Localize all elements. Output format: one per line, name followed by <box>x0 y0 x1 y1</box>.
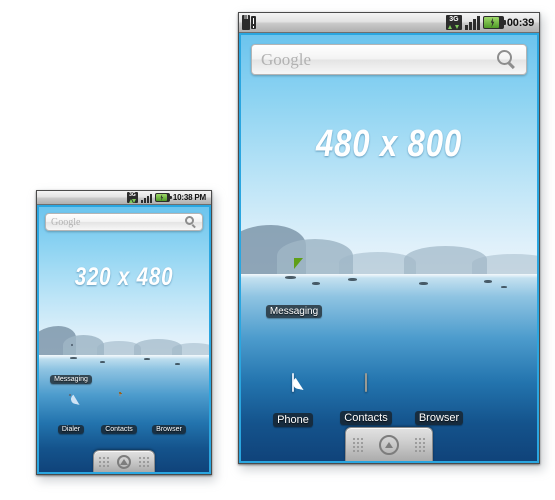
small-app-messaging[interactable]: Messaging <box>47 343 95 386</box>
comparison-stage: 3G 10:38 PM Google 320 x 480 Messaging D… <box>0 0 555 500</box>
large-device: 3G 00:39 Google 480 x 800 Messaging Phon… <box>238 12 544 470</box>
large-resolution-label: 480 x 800 <box>315 123 463 165</box>
up-arrow-icon[interactable] <box>379 434 399 455</box>
contacts-icon[interactable] <box>347 373 385 408</box>
small-device-bezel: 3G 10:38 PM Google 320 x 480 Messaging D… <box>36 190 212 475</box>
small-screen: Google 320 x 480 Messaging Dialer Contac… <box>37 205 211 474</box>
large-status-clock: 00:39 <box>506 16 534 29</box>
large-screen: Google 480 x 800 Messaging Phone Contact… <box>239 33 539 463</box>
up-arrow-icon[interactable] <box>117 454 131 469</box>
large-app-contacts-label: Contacts <box>340 411 392 425</box>
small-device: 3G 10:38 PM Google 320 x 480 Messaging D… <box>36 190 216 481</box>
grip-left-icon <box>98 456 109 467</box>
contacts-icon-art <box>365 373 367 392</box>
small-app-contacts-label: Contacts <box>101 425 137 434</box>
grip-left-icon <box>352 437 363 452</box>
small-app-contacts[interactable]: Contacts <box>97 392 141 436</box>
small-search-placeholder: Google <box>51 216 81 228</box>
grip-right-icon <box>139 456 150 467</box>
3g-icon-label: 3G <box>129 192 136 198</box>
small-app-dialer[interactable]: Dialer <box>51 392 91 436</box>
large-search-widget[interactable]: Google <box>251 44 527 75</box>
small-app-browser[interactable]: Browser <box>147 394 191 436</box>
small-status-right: 3G 10:38 PM <box>126 192 208 203</box>
browser-icon[interactable] <box>422 374 456 408</box>
large-app-contacts[interactable]: Contacts <box>330 373 402 426</box>
large-status-bar: 3G 00:39 <box>239 13 539 33</box>
sd-card-icon <box>242 15 256 30</box>
large-status-right: 3G 00:39 <box>445 15 536 30</box>
3g-icon-label: 3G <box>449 16 459 23</box>
small-app-browser-label: Browser <box>152 425 186 434</box>
small-status-bar: 3G 10:38 PM <box>37 191 211 205</box>
small-status-clock: 10:38 PM <box>172 193 206 202</box>
small-resolution-label: 320 x 480 <box>74 263 174 291</box>
large-status-left <box>242 15 256 30</box>
large-app-phone[interactable]: Phone <box>263 373 323 428</box>
large-app-messaging[interactable]: Messaging <box>255 269 333 319</box>
large-app-messaging-label: Messaging <box>265 305 323 318</box>
dialer-icon[interactable] <box>58 392 84 418</box>
3g-icon: 3G <box>126 192 138 203</box>
signal-icon <box>464 15 480 30</box>
3g-icon-arrows <box>127 198 137 203</box>
signal-icon <box>140 193 152 203</box>
large-tray <box>241 427 537 461</box>
3g-icon-arrows <box>446 24 461 30</box>
3g-icon: 3G <box>445 15 462 30</box>
small-search-widget[interactable]: Google <box>45 213 203 231</box>
messaging-icon[interactable] <box>274 269 314 301</box>
search-icon[interactable] <box>185 216 197 228</box>
large-app-browser[interactable]: Browser <box>405 374 473 426</box>
messaging-icon[interactable] <box>58 343 84 368</box>
large-wallpaper-mountains <box>241 214 537 274</box>
contacts-icon[interactable] <box>106 392 132 418</box>
large-app-phone-label: Phone <box>273 413 313 427</box>
large-app-drawer-handle[interactable] <box>345 427 433 461</box>
phone-icon-art <box>291 373 307 392</box>
browser-icon[interactable] <box>157 394 181 418</box>
battery-icon <box>482 16 506 29</box>
small-app-messaging-label: Messaging <box>50 375 92 384</box>
large-search-placeholder: Google <box>261 49 312 69</box>
small-app-drawer-handle[interactable] <box>93 450 155 472</box>
phone-icon[interactable] <box>275 373 311 410</box>
large-device-bezel: 3G 00:39 Google 480 x 800 Messaging Phon… <box>238 12 540 464</box>
search-icon[interactable] <box>497 49 517 70</box>
large-app-browser-label: Browser <box>414 411 464 425</box>
small-tray <box>39 450 209 472</box>
battery-icon <box>154 193 172 202</box>
small-app-dialer-label: Dialer <box>57 425 85 434</box>
grip-right-icon <box>415 437 426 452</box>
